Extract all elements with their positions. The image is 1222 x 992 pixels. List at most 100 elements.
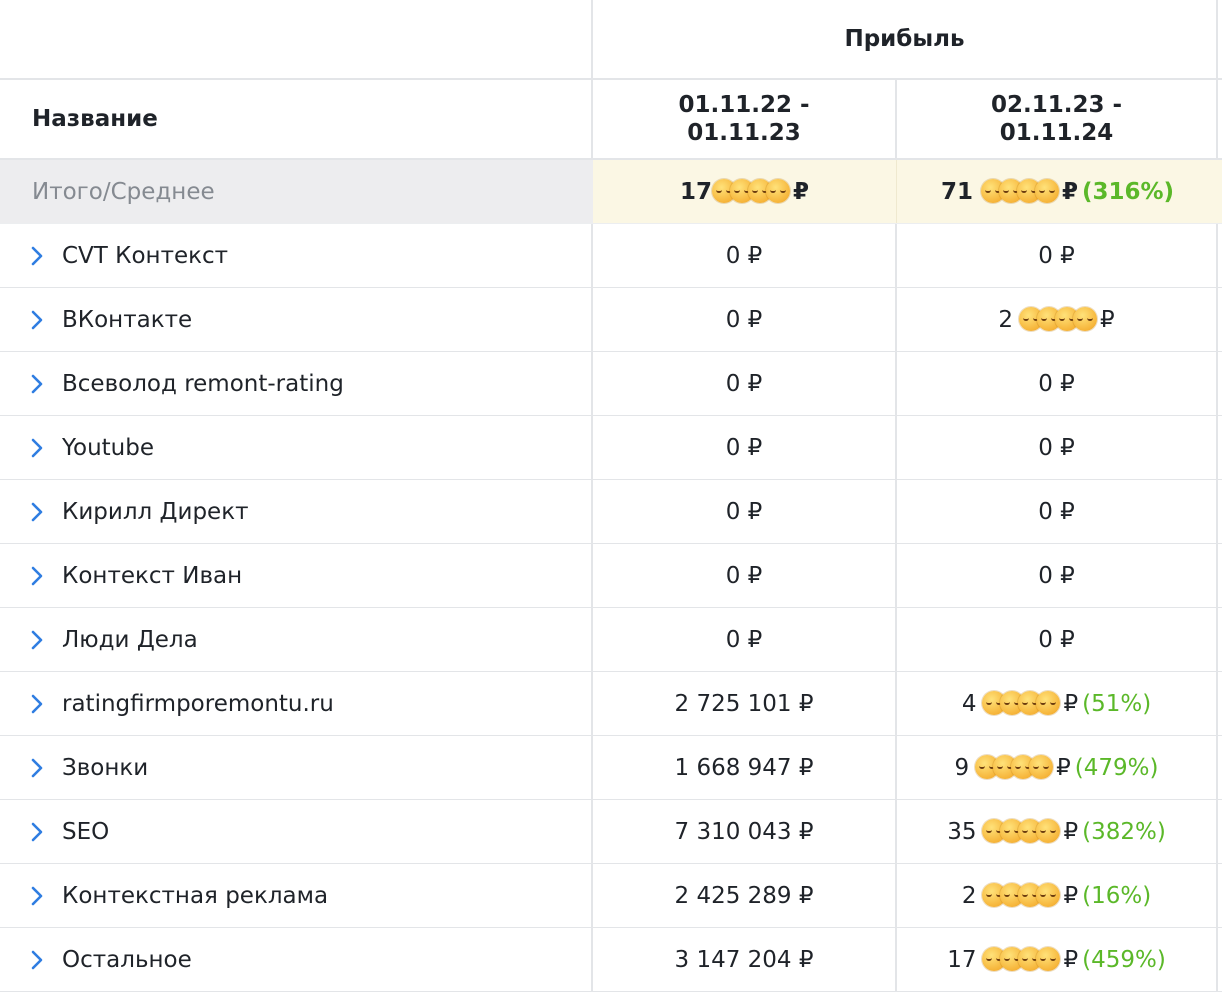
change-percent: (16%) [1082, 882, 1152, 909]
masked-digits [980, 178, 1059, 205]
row-period2-value: 35 ₽ (382%) [897, 800, 1218, 863]
row-name: Контекстная реклама [62, 882, 329, 909]
table-row[interactable]: Остальное 3 147 204 ₽ 17 ₽ (459%) [0, 928, 1222, 992]
row-name-cell[interactable]: CVT Контекст [0, 224, 593, 287]
row-period1-value: 2 725 101 ₽ [593, 672, 897, 735]
table-row[interactable]: ratingfirmporemontu.ru 2 725 101 ₽ 4 ₽ (51… [0, 672, 1222, 736]
table-row[interactable]: CVT Контекст 0 ₽ 0 ₽ [0, 224, 1222, 288]
period1-end: 01.11.23 [687, 120, 801, 146]
row-name: Всеволод remont-rating [62, 370, 344, 397]
relieved-face-emoji-icon [1073, 306, 1097, 331]
row-name-cell[interactable]: ratingfirmporemontu.ru [0, 672, 593, 735]
row-period1-value: 3 147 204 ₽ [593, 928, 897, 991]
relieved-face-emoji-icon [1036, 690, 1061, 715]
row-name: ВКонтакте [62, 306, 193, 333]
chevron-right-icon[interactable] [30, 949, 52, 971]
row-name: Люди Дела [62, 626, 198, 653]
total-change-percent: (316%) [1081, 178, 1175, 205]
profit-table: Прибыль Название 01.11.22 - 01.11.23 02.… [0, 0, 1222, 992]
relieved-face-emoji-icon [1029, 754, 1054, 779]
row-name-cell[interactable]: Контекст Иван [0, 544, 593, 607]
table-row[interactable]: ВКонтакте 0 ₽ 2 ₽ [0, 288, 1222, 352]
row-period2-value: 2 ₽ [897, 288, 1218, 351]
row-period1-value: 0 ₽ [593, 544, 897, 607]
row-name-cell[interactable]: SEO [0, 800, 593, 863]
row-name: ratingfirmporemontu.ru [62, 690, 334, 717]
row-name-cell[interactable]: Всеволод remont-rating [0, 352, 593, 415]
row-period2-value: 0 ₽ [897, 480, 1218, 543]
row-period2-value: 2 ₽ (16%) [897, 864, 1218, 927]
table-row[interactable]: SEO 7 310 043 ₽ 35 ₽ (382%) [0, 800, 1222, 864]
table-row[interactable]: Всеволод remont-rating 0 ₽ 0 ₽ [0, 352, 1222, 416]
row-name: Остальное [62, 946, 192, 973]
masked-digits [982, 818, 1061, 845]
row-name-cell[interactable]: Звонки [0, 736, 593, 799]
row-name: Звонки [62, 754, 149, 781]
relieved-face-emoji-icon [1036, 882, 1061, 907]
row-period1-value: 0 ₽ [593, 224, 897, 287]
row-period2-value: 4 ₽ (51%) [897, 672, 1218, 735]
relieved-face-emoji-icon [1036, 818, 1061, 843]
profit-group-header: Прибыль [593, 0, 1218, 78]
row-period2-value: 0 ₽ [897, 352, 1218, 415]
masked-digits [712, 178, 790, 205]
chevron-right-icon[interactable] [30, 629, 52, 651]
masked-digits [982, 690, 1061, 717]
chevron-right-icon[interactable] [30, 437, 52, 459]
masked-digits [982, 882, 1061, 909]
total-period1-value: 17 ₽ [593, 160, 897, 223]
row-name-cell[interactable]: ВКонтакте [0, 288, 593, 351]
chevron-right-icon[interactable] [30, 885, 52, 907]
row-period1-value: 1 668 947 ₽ [593, 736, 897, 799]
total-row: Итого/Среднее 17 ₽ 71 ₽ (316%) [0, 160, 1222, 224]
total-period2-value: 71 ₽ (316%) [897, 160, 1218, 223]
row-period2-value: 17 ₽ (459%) [897, 928, 1218, 991]
change-percent: (479%) [1074, 754, 1159, 781]
chevron-right-icon[interactable] [30, 757, 52, 779]
row-name-cell[interactable]: Остальное [0, 928, 593, 991]
table-row[interactable]: Звонки 1 668 947 ₽ 9 ₽ (479%) [0, 736, 1222, 800]
table-row[interactable]: Контекст Иван 0 ₽ 0 ₽ [0, 544, 1222, 608]
period2-end: 01.11.24 [999, 120, 1114, 146]
masked-digits [982, 946, 1061, 973]
table-row[interactable]: Контекстная реклама 2 425 289 ₽ 2 ₽ (16%) [0, 864, 1222, 928]
chevron-right-icon[interactable] [30, 821, 52, 843]
change-percent: (382%) [1082, 818, 1166, 845]
table-row[interactable]: Люди Дела 0 ₽ 0 ₽ [0, 608, 1222, 672]
period1-column-header[interactable]: 01.11.22 - 01.11.23 [593, 80, 897, 158]
row-name-cell[interactable]: Youtube [0, 416, 593, 479]
chevron-right-icon[interactable] [30, 309, 52, 331]
chevron-right-icon[interactable] [30, 373, 52, 395]
row-period1-value: 0 ₽ [593, 480, 897, 543]
row-period1-value: 7 310 043 ₽ [593, 800, 897, 863]
row-name: Кирилл Директ [62, 498, 249, 525]
header-empty-cell [0, 0, 593, 78]
row-period1-value: 0 ₽ [593, 288, 897, 351]
row-name: Youtube [62, 434, 154, 461]
row-period1-value: 0 ₽ [593, 352, 897, 415]
table-row[interactable]: Youtube 0 ₽ 0 ₽ [0, 416, 1222, 480]
row-period2-value: 0 ₽ [897, 544, 1218, 607]
row-period1-value: 2 425 289 ₽ [593, 864, 897, 927]
row-name: Контекст Иван [62, 562, 243, 589]
row-period1-value: 0 ₽ [593, 608, 897, 671]
chevron-right-icon[interactable] [30, 501, 52, 523]
chevron-right-icon[interactable] [30, 565, 52, 587]
masked-digits [975, 754, 1054, 781]
period2-column-header[interactable]: 02.11.23 - 01.11.24 [897, 80, 1218, 158]
change-percent: (459%) [1082, 946, 1166, 973]
row-name: SEO [62, 818, 110, 845]
row-name-cell[interactable]: Люди Дела [0, 608, 593, 671]
chevron-right-icon[interactable] [30, 245, 52, 267]
row-period2-value: 0 ₽ [897, 608, 1218, 671]
row-period1-value: 0 ₽ [593, 416, 897, 479]
row-name-cell[interactable]: Контекстная реклама [0, 864, 593, 927]
name-column-header[interactable]: Название [0, 80, 593, 158]
chevron-right-icon[interactable] [30, 693, 52, 715]
table-header-group-row: Прибыль [0, 0, 1222, 80]
total-label: Итого/Среднее [0, 160, 593, 223]
table-row[interactable]: Кирилл Директ 0 ₽ 0 ₽ [0, 480, 1222, 544]
masked-digits [1019, 306, 1097, 333]
row-name-cell[interactable]: Кирилл Директ [0, 480, 593, 543]
row-period2-value: 9 ₽ (479%) [897, 736, 1218, 799]
